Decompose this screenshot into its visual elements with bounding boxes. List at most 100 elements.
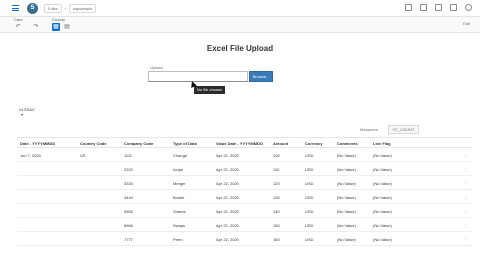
cell-line-flag: (No Value) — [373, 195, 392, 200]
breadcrumb-item-sapsample[interactable]: sapsample — [68, 4, 97, 13]
cell-comments: (No Value) — [337, 195, 356, 200]
row-actions-icon[interactable]: ⋮ — [464, 195, 468, 200]
table-row[interactable]: 4444 Buster Apr 22, 2020 130 USD (No Value) (N… — [17, 190, 472, 204]
cell-amount: 100 — [273, 153, 280, 158]
cell-currency: USD — [305, 167, 314, 172]
table-row[interactable]: 7777 Prem Apr 22, 2020 160 USD (No Value) (No … — [17, 232, 472, 246]
grid-view-icon[interactable]: ▤ — [63, 23, 71, 31]
cell-company-code: 6666 — [124, 223, 133, 228]
cell-comments: (No Value) — [337, 223, 356, 228]
toolbar: Data ↶ ↷ Display ▦ ▤ Edit — [0, 17, 480, 33]
cell-company-code: 1111 — [124, 153, 133, 158]
cell-company-code: 4444 — [124, 195, 133, 200]
column-header-country-code[interactable]: Country Code — [80, 141, 106, 146]
tooltip: No file chosen — [194, 86, 226, 94]
table-row[interactable]: Jun 7, 2020 US 1111 Change Apr 22, 2020 100 US… — [17, 148, 472, 162]
row-actions-icon[interactable]: ⋮ — [464, 153, 468, 158]
row-actions-icon[interactable]: ⋮ — [464, 167, 468, 172]
tab-bar: Measures FC_COUNT — [356, 124, 420, 134]
cell-date: Jun 7, 2020 — [20, 153, 41, 158]
breadcrumb: Folks › sapsample — [44, 4, 97, 13]
user-avatar-icon[interactable] — [465, 4, 472, 11]
table-row[interactable]: 5555 Shares Apr 22, 2020 140 USD (No Value) (N… — [17, 204, 472, 218]
cell-currency: USD — [305, 153, 314, 158]
column-header-value-date[interactable]: Value Date - YYYYMMDD — [216, 141, 263, 146]
cell-type-of-data: Change — [173, 153, 188, 158]
redo-icon[interactable]: ↷ — [32, 23, 40, 31]
column-header-line-flag[interactable]: Line Flag — [373, 141, 391, 146]
tab-fc-count[interactable]: FC_COUNT — [387, 124, 420, 134]
search-icon[interactable] — [405, 4, 412, 11]
cell-type-of-data: Merger — [173, 181, 186, 186]
column-header-currency[interactable]: Currency — [305, 141, 323, 146]
cell-comments: (No Value) — [337, 237, 356, 242]
cell-type-of-data: Swaps — [173, 223, 186, 228]
edit-button[interactable]: Edit — [463, 21, 470, 26]
menu-icon[interactable] — [12, 5, 19, 11]
help-icon[interactable] — [450, 4, 457, 11]
cell-value-date: Apr 22, 2020 — [216, 237, 239, 242]
cell-value-date: Apr 22, 2020 — [216, 209, 239, 214]
cell-amount: 110 — [273, 167, 280, 172]
column-header-company-code[interactable]: Company Code — [124, 141, 153, 146]
cell-type-of-data: Shares — [173, 209, 186, 214]
breadcrumb-separator: › — [64, 6, 66, 11]
cell-comments: (No Value) — [337, 181, 356, 186]
cell-line-flag: (No Value) — [373, 209, 392, 214]
file-path-input[interactable] — [148, 71, 248, 82]
chevron-down-icon[interactable]: ▾ — [21, 112, 23, 117]
row-actions-icon[interactable]: ⋮ — [464, 209, 468, 214]
data-table: Date - YYYYMMDD Country Code Company Cod… — [17, 137, 472, 246]
table-header: Date - YYYYMMDD Country Code Company Cod… — [17, 137, 472, 148]
cell-value-date: Apr 22, 2020 — [216, 223, 239, 228]
cell-company-code: 3333 — [124, 181, 133, 186]
cell-line-flag: (No Value) — [373, 223, 392, 228]
breadcrumb-item-folks[interactable]: Folks — [44, 4, 62, 13]
cell-currency: USD — [305, 223, 314, 228]
cell-line-flag: (No Value) — [373, 181, 392, 186]
share-icon[interactable] — [420, 4, 427, 11]
cell-value-date: Apr 22, 2020 — [216, 167, 239, 172]
shell-actions — [405, 4, 472, 11]
table-body: Jun 7, 2020 US 1111 Change Apr 22, 2020 100 US… — [17, 148, 472, 246]
notifications-icon[interactable] — [435, 4, 442, 11]
cell-country-code: US — [80, 153, 86, 158]
column-header-date[interactable]: Date - YYYYMMDD — [20, 141, 55, 146]
cell-value-date: Apr 22, 2020 — [216, 195, 239, 200]
table-view-icon[interactable]: ▦ — [52, 23, 60, 31]
cell-type-of-data: Prem — [173, 237, 183, 242]
row-actions-icon[interactable]: ⋮ — [464, 223, 468, 228]
cell-currency: USD — [305, 195, 314, 200]
cell-amount: 160 — [273, 237, 280, 242]
cell-amount: 130 — [273, 195, 280, 200]
app-logo[interactable]: S — [27, 3, 38, 14]
cell-line-flag: (No Value) — [373, 167, 392, 172]
cell-currency: USD — [305, 181, 314, 186]
column-header-amount[interactable]: Amount — [273, 141, 288, 146]
undo-icon[interactable]: ↶ — [14, 23, 22, 31]
cell-company-code: 5555 — [124, 209, 133, 214]
cell-value-date: Apr 22, 2020 — [216, 181, 239, 186]
cell-company-code: 2222 — [124, 167, 133, 172]
row-actions-icon[interactable]: ⋮ — [464, 181, 468, 186]
cell-type-of-data: Acqui — [173, 167, 184, 172]
column-header-type-of-data[interactable]: Type of Data — [173, 141, 197, 146]
cell-line-flag: (No Value) — [373, 237, 392, 242]
cell-comments: (No Value) — [337, 167, 356, 172]
cell-amount: 150 — [273, 223, 280, 228]
cell-type-of-data: Buster — [173, 195, 185, 200]
column-header-comments[interactable]: Comments — [337, 141, 358, 146]
row-actions-icon[interactable]: ⋮ — [464, 237, 468, 242]
table-row[interactable]: 2222 Acqui Apr 22, 2020 110 USD (No Value) (No… — [17, 162, 472, 176]
table-row[interactable]: 6666 Swaps Apr 22, 2020 150 USD (No Value) (No… — [17, 218, 472, 232]
browse-button[interactable]: Browse... — [249, 71, 273, 82]
table-row[interactable]: 3333 Merger Apr 22, 2020 120 USD (No Value) (N… — [17, 176, 472, 190]
shell-bar: S Folks › sapsample — [0, 0, 480, 17]
cell-comments: (No Value) — [337, 209, 356, 214]
cell-value-date: Apr 22, 2020 — [216, 153, 239, 158]
toolbar-group-display-label: Display — [52, 17, 66, 22]
cell-amount: 140 — [273, 209, 280, 214]
toolbar-group-data-label: Data — [14, 17, 23, 22]
cell-company-code: 7777 — [124, 237, 133, 242]
tab-measures[interactable]: Measures — [356, 126, 382, 133]
